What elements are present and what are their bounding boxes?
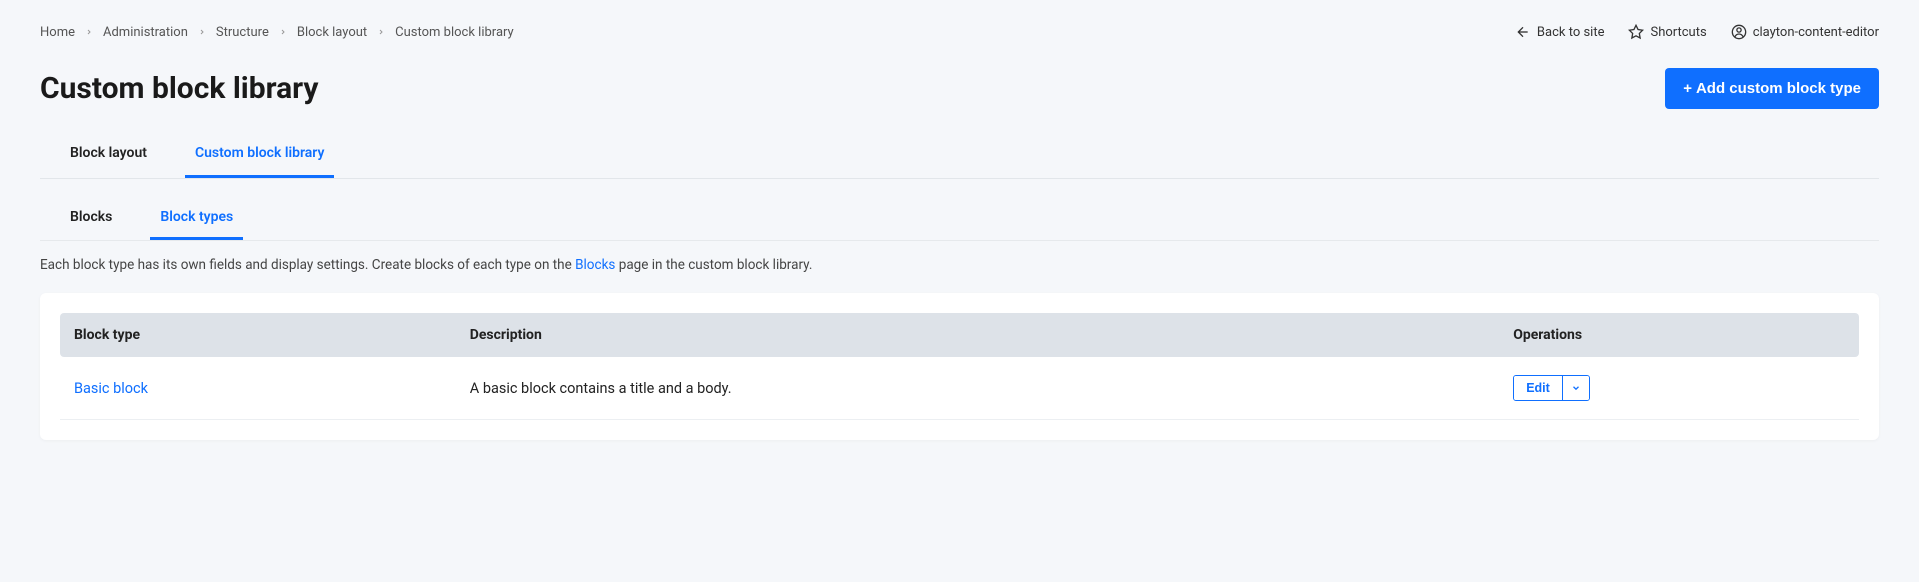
col-header-operations: Operations	[1499, 313, 1859, 357]
chevron-right-icon	[279, 26, 287, 39]
cell-operations: Edit	[1499, 357, 1859, 420]
add-button-label: Add custom block type	[1696, 80, 1861, 97]
table-card: Block type Description Operations Basic …	[40, 293, 1879, 440]
breadcrumb: Home Administration Structure Block layo…	[40, 25, 514, 40]
breadcrumb-structure[interactable]: Structure	[216, 25, 269, 40]
plus-icon: +	[1683, 80, 1692, 97]
arrow-left-icon	[1515, 24, 1531, 40]
shortcuts-link[interactable]: Shortcuts	[1628, 24, 1706, 40]
back-to-site-label: Back to site	[1537, 25, 1605, 40]
add-custom-block-type-button[interactable]: + Add custom block type	[1665, 68, 1879, 109]
breadcrumb-administration[interactable]: Administration	[103, 25, 188, 40]
page-header: Custom block library + Add custom block …	[40, 68, 1879, 109]
block-types-table: Block type Description Operations Basic …	[60, 313, 1859, 420]
operations-toggle[interactable]	[1562, 376, 1589, 400]
tab-blocks[interactable]: Blocks	[60, 199, 122, 240]
description-suffix: page in the custom block library.	[615, 257, 812, 273]
table-row: Basic block A basic block contains a tit…	[60, 357, 1859, 420]
chevron-right-icon	[198, 26, 206, 39]
tab-block-layout[interactable]: Block layout	[60, 133, 157, 178]
chevron-right-icon	[85, 26, 93, 39]
page-description: Each block type has its own fields and d…	[40, 257, 1879, 273]
tab-custom-block-library[interactable]: Custom block library	[185, 133, 334, 178]
col-header-block-type: Block type	[60, 313, 456, 357]
breadcrumb-block-layout[interactable]: Block layout	[297, 25, 367, 40]
description-prefix: Each block type has its own fields and d…	[40, 257, 575, 273]
block-type-link[interactable]: Basic block	[74, 380, 148, 397]
top-bar: Home Administration Structure Block layo…	[40, 24, 1879, 40]
user-menu[interactable]: clayton-content-editor	[1731, 24, 1879, 40]
chevron-right-icon	[377, 26, 385, 39]
top-actions: Back to site Shortcuts clayton-content-e…	[1515, 24, 1879, 40]
tab-block-types[interactable]: Block types	[150, 199, 243, 240]
blocks-link[interactable]: Blocks	[575, 257, 615, 273]
username-label: clayton-content-editor	[1753, 25, 1879, 40]
breadcrumb-current: Custom block library	[395, 25, 514, 40]
shortcuts-label: Shortcuts	[1650, 25, 1706, 40]
table-header-row: Block type Description Operations	[60, 313, 1859, 357]
primary-tabs: Block layout Custom block library	[40, 133, 1879, 179]
back-to-site-link[interactable]: Back to site	[1515, 24, 1605, 40]
chevron-down-icon	[1571, 383, 1581, 393]
cell-description: A basic block contains a title and a bod…	[456, 357, 1499, 420]
user-icon	[1731, 24, 1747, 40]
secondary-tabs: Blocks Block types	[40, 199, 1879, 241]
page-title: Custom block library	[40, 71, 319, 106]
cell-block-type: Basic block	[60, 357, 456, 420]
breadcrumb-home[interactable]: Home	[40, 25, 75, 40]
edit-button[interactable]: Edit	[1514, 376, 1562, 400]
star-icon	[1628, 24, 1644, 40]
operations-dropbutton: Edit	[1513, 375, 1590, 401]
col-header-description: Description	[456, 313, 1499, 357]
